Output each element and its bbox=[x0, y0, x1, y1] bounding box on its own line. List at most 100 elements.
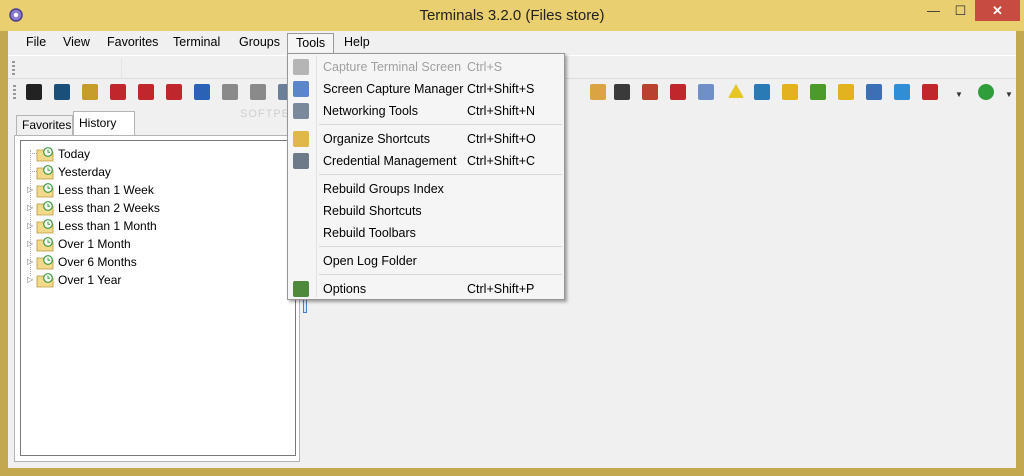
menu-terminal[interactable]: Terminal bbox=[165, 33, 228, 53]
menu-item-rebuild-groups-index[interactable]: Rebuild Groups Index bbox=[290, 178, 562, 200]
menu-groups[interactable]: Groups bbox=[231, 33, 288, 53]
toolbar-separator bbox=[121, 58, 122, 78]
menu-item-rebuild-toolbars[interactable]: Rebuild Toolbars bbox=[290, 222, 562, 244]
keys-icon[interactable] bbox=[782, 84, 798, 100]
menu-item-shortcut: Ctrl+Shift+O bbox=[467, 132, 536, 146]
tree-node[interactable]: ▷ Less than 1 Week bbox=[21, 181, 291, 199]
menu-item-label: Screen Capture Manager bbox=[323, 82, 464, 96]
expand-arrow-icon[interactable]: ▷ bbox=[27, 239, 35, 249]
history-folder-icon bbox=[36, 201, 54, 216]
expand-arrow-icon[interactable]: ▷ bbox=[27, 185, 35, 195]
tree-node[interactable]: ▷ Over 6 Months bbox=[21, 253, 291, 271]
toolbar-overflow-icon[interactable]: ▼ bbox=[955, 90, 963, 100]
menu-item-capture-terminal-screen[interactable]: Capture Terminal Screen Ctrl+S bbox=[290, 56, 562, 78]
menu-favorites[interactable]: Favorites bbox=[99, 33, 166, 53]
tree-node[interactable]: Yesterday bbox=[21, 163, 291, 181]
network-icon[interactable] bbox=[642, 84, 658, 100]
maximize-button[interactable]: ☐ bbox=[947, 0, 974, 21]
window-title: Terminals 3.2.0 (Files store) bbox=[419, 7, 605, 24]
server-icon[interactable] bbox=[250, 84, 266, 100]
tree-node-label: Less than 1 Month bbox=[58, 219, 157, 233]
warning-icon[interactable] bbox=[728, 84, 744, 98]
menu-separator bbox=[319, 246, 562, 247]
menu-tools[interactable]: Tools bbox=[287, 33, 335, 53]
menu-item-label: Organize Shortcuts bbox=[323, 132, 430, 146]
keys-icon[interactable] bbox=[838, 84, 854, 100]
tree-node-label: Today bbox=[58, 147, 91, 161]
tools-dropdown-menu: Capture Terminal Screen Ctrl+S Screen Capt… bbox=[287, 53, 565, 300]
toolbar-overflow-icon[interactable]: ▼ bbox=[1005, 90, 1013, 100]
menu-item-shortcut: Ctrl+S bbox=[467, 60, 503, 74]
toolbar-grip[interactable] bbox=[12, 61, 15, 75]
tree-node-label: Yesterday bbox=[58, 165, 111, 179]
menu-item-screen-capture-manager[interactable]: Screen Capture Manager Ctrl+Shift+S bbox=[290, 78, 562, 100]
tree-node[interactable]: ▷ Less than 2 Weeks bbox=[21, 199, 291, 217]
history-tree[interactable]: Today Yesterday ▷ Less than 1 Week ▷ Less tha… bbox=[20, 140, 296, 456]
history-panel: Today Yesterday ▷ Less than 1 Week ▷ Less tha… bbox=[14, 135, 300, 462]
expand-arrow-icon[interactable]: ▷ bbox=[27, 221, 35, 231]
menu-separator bbox=[319, 174, 562, 175]
close-button[interactable]: ✕ bbox=[975, 0, 1020, 21]
history-folder-icon bbox=[36, 165, 54, 180]
menu-file[interactable]: File bbox=[18, 33, 54, 53]
film-icon[interactable] bbox=[614, 84, 630, 100]
notes-icon[interactable] bbox=[590, 84, 606, 100]
menu-item-networking-tools[interactable]: Networking Tools Ctrl+Shift+N bbox=[290, 100, 562, 122]
menu-item-open-log-folder[interactable]: Open Log Folder bbox=[290, 250, 562, 272]
history-folder-icon bbox=[36, 237, 54, 252]
rdp-connection-icon[interactable] bbox=[166, 84, 182, 100]
rdp-connection-icon[interactable] bbox=[110, 84, 126, 100]
credential-icon bbox=[293, 153, 309, 169]
title-bar[interactable]: Terminals 3.2.0 (Files store) — ☐ ✕ bbox=[0, 0, 1024, 31]
menu-bar: File View Favorites Terminal Groups Tool… bbox=[8, 31, 1016, 53]
server-icon[interactable] bbox=[222, 84, 238, 100]
add-server-icon[interactable] bbox=[810, 84, 826, 100]
menu-item-credential-management[interactable]: Credential Management Ctrl+Shift+C bbox=[290, 150, 562, 172]
network-computer-icon[interactable] bbox=[194, 84, 210, 100]
expand-arrow-icon[interactable]: ▷ bbox=[27, 275, 35, 285]
console-icon[interactable] bbox=[26, 84, 42, 100]
rdp-connection-icon[interactable] bbox=[670, 84, 686, 100]
menu-item-rebuild-shortcuts[interactable]: Rebuild Shortcuts bbox=[290, 200, 562, 222]
tools-icon[interactable] bbox=[82, 84, 98, 100]
expand-arrow-icon[interactable]: ▷ bbox=[27, 257, 35, 267]
wireless-icon[interactable] bbox=[922, 84, 938, 100]
capture-manager-icon bbox=[293, 81, 309, 97]
menu-view[interactable]: View bbox=[55, 33, 98, 53]
menu-item-organize-shortcuts[interactable]: Organize Shortcuts Ctrl+Shift+O bbox=[290, 128, 562, 150]
minimize-button[interactable]: — bbox=[920, 0, 947, 21]
home-icon[interactable] bbox=[866, 84, 882, 100]
tree-node-label: Over 6 Months bbox=[58, 255, 137, 269]
history-folder-icon bbox=[36, 183, 54, 198]
menu-separator bbox=[319, 124, 562, 125]
options-icon bbox=[293, 281, 309, 297]
expand-arrow-icon[interactable]: ▷ bbox=[27, 203, 35, 213]
globe-icon[interactable] bbox=[894, 84, 910, 100]
menu-item-shortcut: Ctrl+Shift+N bbox=[467, 104, 536, 118]
menu-item-label: Options bbox=[323, 282, 367, 296]
networking-tools-icon bbox=[293, 103, 309, 119]
tree-node[interactable]: ▷ Less than 1 Month bbox=[21, 217, 291, 235]
terminal-icon[interactable] bbox=[54, 84, 70, 100]
computers-icon[interactable] bbox=[698, 84, 714, 100]
tree-node[interactable]: Today bbox=[21, 145, 291, 163]
menu-item-shortcut: Ctrl+Shift+S bbox=[467, 82, 535, 96]
menu-item-label: Open Log Folder bbox=[323, 254, 417, 268]
tree-node-label: Over 1 Year bbox=[58, 273, 122, 287]
menu-help[interactable]: Help bbox=[336, 33, 378, 53]
tree-node-label: Less than 1 Week bbox=[58, 183, 154, 197]
add-icon[interactable] bbox=[978, 84, 994, 100]
toolbar-grip[interactable] bbox=[13, 85, 16, 101]
menu-item-options[interactable]: Options Ctrl+Shift+P bbox=[290, 278, 562, 300]
menu-item-shortcut: Ctrl+Shift+C bbox=[467, 154, 536, 168]
tab-history[interactable]: History bbox=[73, 111, 135, 136]
tree-node[interactable]: ▷ Over 1 Year bbox=[21, 271, 291, 289]
rdp-connection-icon[interactable] bbox=[138, 84, 154, 100]
tab-favorites[interactable]: Favorites bbox=[16, 115, 73, 136]
history-folder-icon bbox=[36, 147, 54, 162]
monitor-icon[interactable] bbox=[754, 84, 770, 100]
tree-node[interactable]: ▷ Over 1 Month bbox=[21, 235, 291, 253]
menu-item-label: Credential Management bbox=[323, 154, 457, 168]
menu-item-label: Capture Terminal Screen bbox=[323, 60, 462, 74]
menu-item-shortcut: Ctrl+Shift+P bbox=[467, 282, 535, 296]
